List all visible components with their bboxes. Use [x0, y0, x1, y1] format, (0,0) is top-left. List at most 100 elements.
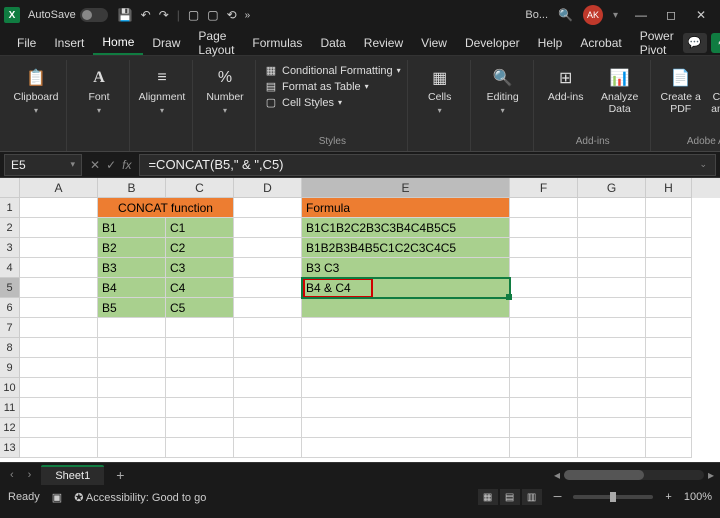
cell[interactable]: C2	[166, 238, 234, 258]
cell[interactable]	[20, 258, 98, 278]
user-avatar[interactable]: AK	[583, 5, 603, 25]
cell[interactable]	[166, 378, 234, 398]
close-button[interactable]: ✕	[686, 1, 716, 29]
cell[interactable]	[166, 358, 234, 378]
cell[interactable]	[234, 438, 302, 458]
cell[interactable]	[578, 358, 646, 378]
menu-tab-file[interactable]: File	[8, 32, 45, 54]
alignment-button[interactable]: ≡Alignment▾	[138, 62, 186, 115]
cell[interactable]	[166, 438, 234, 458]
cell[interactable]	[510, 338, 578, 358]
cell[interactable]	[646, 378, 692, 398]
cell[interactable]	[510, 358, 578, 378]
cell[interactable]	[166, 398, 234, 418]
formula-bar[interactable]: =CONCAT(B5," & ",C5)⌄	[139, 154, 716, 176]
cell[interactable]: B1C1B2C2B3C3B4C4B5C5	[302, 218, 510, 238]
row-header[interactable]: 2	[0, 218, 20, 238]
cell[interactable]	[578, 238, 646, 258]
cell[interactable]	[98, 318, 166, 338]
cell[interactable]	[20, 318, 98, 338]
analyze-data-button[interactable]: 📊Analyze Data	[596, 62, 644, 115]
name-box[interactable]: E5▾	[4, 154, 82, 176]
cell[interactable]	[302, 398, 510, 418]
column-header[interactable]: A	[20, 178, 98, 198]
cell[interactable]	[510, 438, 578, 458]
column-header[interactable]: C	[166, 178, 234, 198]
create-pdf-share-button[interactable]: 📄Create a PDF and Share link	[709, 62, 720, 115]
zoom-in-button[interactable]: +	[665, 491, 671, 503]
cell[interactable]	[234, 238, 302, 258]
cell[interactable]: B2	[98, 238, 166, 258]
share-button[interactable]: ➦	[711, 33, 720, 53]
cell[interactable]	[510, 218, 578, 238]
qat-icon[interactable]: ▢	[207, 8, 218, 22]
undo-icon[interactable]: ↶	[141, 8, 151, 22]
normal-view-button[interactable]: ▦	[478, 489, 498, 505]
column-headers[interactable]: ABCDEFGH	[20, 178, 720, 198]
addins-button[interactable]: ⊞Add-ins	[542, 62, 590, 104]
cell[interactable]	[20, 358, 98, 378]
sheet-tab-active[interactable]: Sheet1	[41, 465, 104, 485]
qat-more-icon[interactable]: »	[245, 10, 251, 21]
cell[interactable]	[578, 318, 646, 338]
cell[interactable]	[302, 338, 510, 358]
column-header[interactable]: E	[302, 178, 510, 198]
cell[interactable]: B4	[98, 278, 166, 298]
menu-tab-data[interactable]: Data	[311, 32, 354, 54]
horizontal-scrollbar[interactable]: ◂ ▸	[554, 468, 714, 482]
cell[interactable]	[302, 438, 510, 458]
cell[interactable]: B3 C3	[302, 258, 510, 278]
cell[interactable]	[578, 418, 646, 438]
row-header[interactable]: 1	[0, 198, 20, 218]
cell[interactable]	[234, 398, 302, 418]
cell[interactable]	[510, 198, 578, 218]
cell[interactable]	[20, 418, 98, 438]
cell[interactable]	[98, 438, 166, 458]
column-header[interactable]: G	[578, 178, 646, 198]
cell[interactable]: C1	[166, 218, 234, 238]
macro-record-icon[interactable]: ▣	[52, 491, 62, 504]
row-header[interactable]: 8	[0, 338, 20, 358]
qat-icon[interactable]: ▢	[188, 8, 199, 22]
create-pdf-button[interactable]: 📄Create a PDF	[659, 62, 703, 115]
cell[interactable]	[20, 398, 98, 418]
autosave-toggle[interactable]: AutoSave	[28, 8, 108, 22]
row-header[interactable]: 12	[0, 418, 20, 438]
cells-button[interactable]: ▦Cells▾	[416, 62, 464, 115]
column-header[interactable]: B	[98, 178, 166, 198]
menu-tab-home[interactable]: Home	[93, 31, 143, 55]
row-header[interactable]: 11	[0, 398, 20, 418]
sheet-nav-next-icon[interactable]: ›	[24, 469, 36, 481]
menu-tab-insert[interactable]: Insert	[45, 32, 93, 54]
cell[interactable]	[510, 298, 578, 318]
cell[interactable]	[578, 278, 646, 298]
cell[interactable]: B1B2B3B4B5C1C2C3C4C5	[302, 238, 510, 258]
menu-tab-view[interactable]: View	[412, 32, 456, 54]
cell[interactable]	[302, 418, 510, 438]
editing-button[interactable]: 🔍Editing▾	[479, 62, 527, 115]
cell[interactable]	[646, 358, 692, 378]
menu-tab-review[interactable]: Review	[355, 32, 412, 54]
cell[interactable]: B3	[98, 258, 166, 278]
cell[interactable]	[234, 278, 302, 298]
cell[interactable]	[510, 238, 578, 258]
cell[interactable]	[20, 378, 98, 398]
cell[interactable]	[646, 278, 692, 298]
cell[interactable]: C3	[166, 258, 234, 278]
cell[interactable]	[166, 318, 234, 338]
cell[interactable]	[510, 398, 578, 418]
cell[interactable]: Formula	[302, 198, 510, 218]
font-button[interactable]: AFont▾	[75, 62, 123, 115]
cell[interactable]	[98, 358, 166, 378]
cell[interactable]	[98, 378, 166, 398]
cell[interactable]	[234, 318, 302, 338]
cell[interactable]	[98, 418, 166, 438]
cell[interactable]: CONCAT function	[98, 198, 234, 218]
ribbon-options-icon[interactable]: ▾	[613, 10, 618, 21]
expand-formula-icon[interactable]: ⌄	[699, 159, 707, 170]
qat-icon[interactable]: ⟲	[227, 8, 237, 22]
menu-tab-developer[interactable]: Developer	[456, 32, 529, 54]
cell[interactable]	[20, 218, 98, 238]
cell[interactable]: C5	[166, 298, 234, 318]
zoom-out-button[interactable]: ─	[554, 491, 562, 503]
